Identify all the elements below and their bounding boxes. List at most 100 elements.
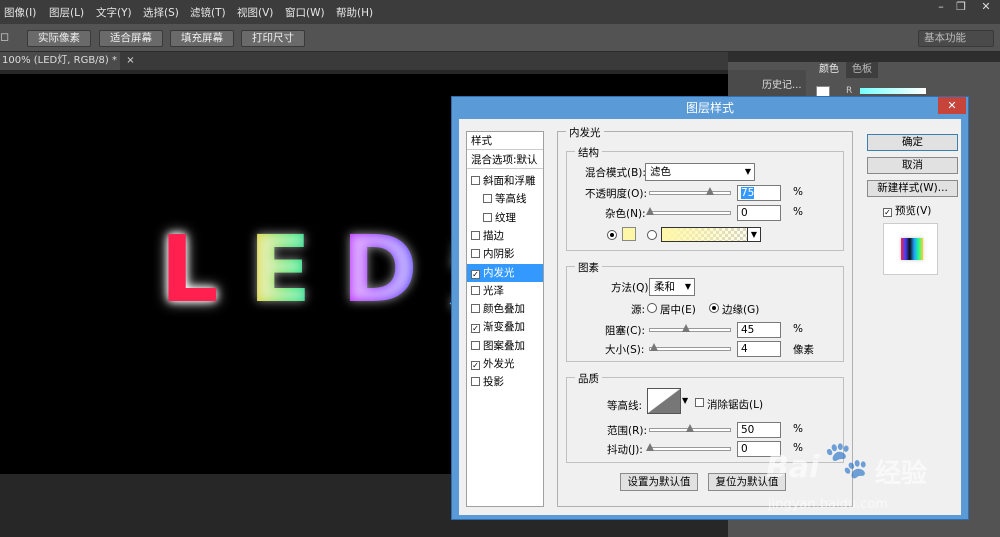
style-checkbox[interactable] [471,340,480,350]
style-checkbox[interactable] [471,230,480,240]
gradient-dropdown-icon[interactable]: ▼ [747,227,761,242]
solid-color-radio[interactable] [607,230,617,240]
noise-label: 杂色(N): [605,208,646,220]
style-checkbox[interactable] [471,285,480,295]
contour-label: 等高线: [607,400,643,412]
style-item[interactable]: 图案叠加 [467,337,543,355]
style-item[interactable]: 投影 [467,373,543,391]
preview-checkbox[interactable]: ✓ [883,208,892,217]
menu-filter[interactable]: 滤镜(T) [190,5,226,20]
size-input[interactable]: 4 [737,341,781,357]
preview-option[interactable]: ✓ 预览(V) [883,203,931,218]
choke-label: 阻塞(C): [605,325,646,337]
opacity-input[interactable]: 75 [737,185,781,201]
print-size-button[interactable]: 打印尺寸 [241,30,305,47]
actual-pixels-button[interactable]: 实际像素 [27,30,91,47]
style-checkbox[interactable] [471,249,480,259]
swatches-tab[interactable]: 色板 [846,62,878,78]
styles-header[interactable]: 样式 [467,132,543,150]
style-checkbox[interactable] [471,304,480,314]
choke-slider-thumb[interactable] [682,324,690,332]
menu-select[interactable]: 选择(S) [143,5,179,20]
range-slider-thumb[interactable] [686,424,694,432]
watermark-url: jingyan.baidu.com [768,497,888,512]
dialog-close-button[interactable]: ✕ [938,97,966,114]
menu-image[interactable]: 图像(I) [4,5,36,20]
opacity-label: 不透明度(O): [585,188,647,200]
fit-screen-button[interactable]: 适合屏幕 [99,30,163,47]
document-tab[interactable]: 100% (LED灯, RGB/8) * × [0,52,135,70]
minimize-icon[interactable]: – [932,0,950,16]
cancel-button[interactable]: 取消 [867,157,958,174]
style-item[interactable]: 描边 [467,227,543,245]
method-select[interactable]: 柔和 ▼ [649,278,695,296]
structure-title: 结构 [575,145,602,160]
blend-mode-select[interactable]: 滤色 ▼ [645,163,755,181]
color-tab[interactable]: 颜色 [813,62,845,78]
antialias-checkbox[interactable] [695,398,704,407]
style-checkbox[interactable] [483,212,492,222]
glow-color-swatch[interactable] [622,227,636,241]
style-item-label: 投影 [483,376,504,389]
menu-help[interactable]: 帮助(H) [336,5,373,20]
noise-slider[interactable] [646,207,731,215]
style-checkbox[interactable] [471,176,480,185]
style-item-label: 渐变叠加 [483,321,525,334]
dialog-title: 图层样式 [685,101,734,115]
size-slider[interactable] [649,343,731,351]
style-item[interactable]: 光泽 [467,282,543,300]
style-item-label: 外发光 [483,358,515,370]
noise-input[interactable]: 0 [737,205,781,221]
style-item[interactable]: 斜面和浮雕 [467,172,543,190]
contour-picker[interactable] [647,388,681,414]
source-center-radio[interactable] [647,303,657,313]
contour-dropdown-icon[interactable]: ▼ [682,396,688,405]
menu-view[interactable]: 视图(V) [237,5,273,20]
jitter-slider[interactable] [646,443,731,451]
range-slider[interactable] [649,424,731,432]
style-checkbox[interactable] [483,194,492,204]
workspace-select[interactable]: 基本功能 [918,30,994,47]
history-panel-tab[interactable]: 历史记... [728,70,806,98]
style-item[interactable]: 颜色叠加 [467,300,543,318]
gradient-picker[interactable] [661,227,761,242]
options-bar: ◻ 实际像素 适合屏幕 填充屏幕 打印尺寸 基本功能 [0,24,1000,52]
gradient-radio[interactable] [647,230,657,240]
size-slider-thumb[interactable] [650,343,658,351]
menu-layer[interactable]: 图层(L) [49,5,84,20]
style-item[interactable]: ✓ 外发光 [467,355,543,373]
opacity-slider[interactable] [649,187,731,195]
set-default-button[interactable]: 设置为默认值 [620,473,698,491]
r-channel-slider[interactable] [860,88,926,94]
choke-slider[interactable] [649,324,731,332]
style-item[interactable]: ✓ 渐变叠加 [467,318,543,336]
jitter-slider-thumb[interactable] [646,443,654,451]
noise-slider-thumb[interactable] [646,207,654,215]
style-item[interactable]: 内阴影 [467,245,543,263]
ok-button[interactable]: 确定 [867,134,958,151]
blend-options-item[interactable]: 混合选项:默认 [467,151,543,169]
style-checkbox[interactable]: ✓ [471,269,480,279]
source-edge-label: 边缘(G) [722,304,760,316]
restore-icon[interactable]: ❐ [952,0,970,16]
style-item[interactable]: ✓ 内发光 [467,263,543,282]
source-edge-radio[interactable] [709,303,719,313]
style-checkbox[interactable]: ✓ [471,361,480,370]
style-item[interactable]: 纹理 [467,209,543,227]
method-label: 方法(Q): [611,282,652,294]
new-style-button[interactable]: 新建样式(W)... [867,180,958,197]
style-item-label: 颜色叠加 [483,303,525,316]
menu-window[interactable]: 窗口(W) [285,5,325,20]
close-window-icon[interactable]: ✕ [975,0,997,16]
tab-close-icon[interactable]: × [126,55,134,66]
choke-unit: % [793,323,803,335]
style-item-label: 斜面和浮雕 [483,175,536,187]
structure-group: 结构 混合模式(B): 滤色 ▼ 不透明度(O): 75 % 杂色(N): 0 %… [566,145,844,251]
style-checkbox[interactable]: ✓ [471,324,480,334]
fill-screen-button[interactable]: 填充屏幕 [170,30,234,47]
style-item[interactable]: 等高线 [467,190,543,208]
opacity-slider-thumb[interactable] [706,187,714,195]
menu-type[interactable]: 文字(Y) [96,5,132,20]
choke-input[interactable]: 45 [737,322,781,338]
style-checkbox[interactable] [471,377,480,387]
